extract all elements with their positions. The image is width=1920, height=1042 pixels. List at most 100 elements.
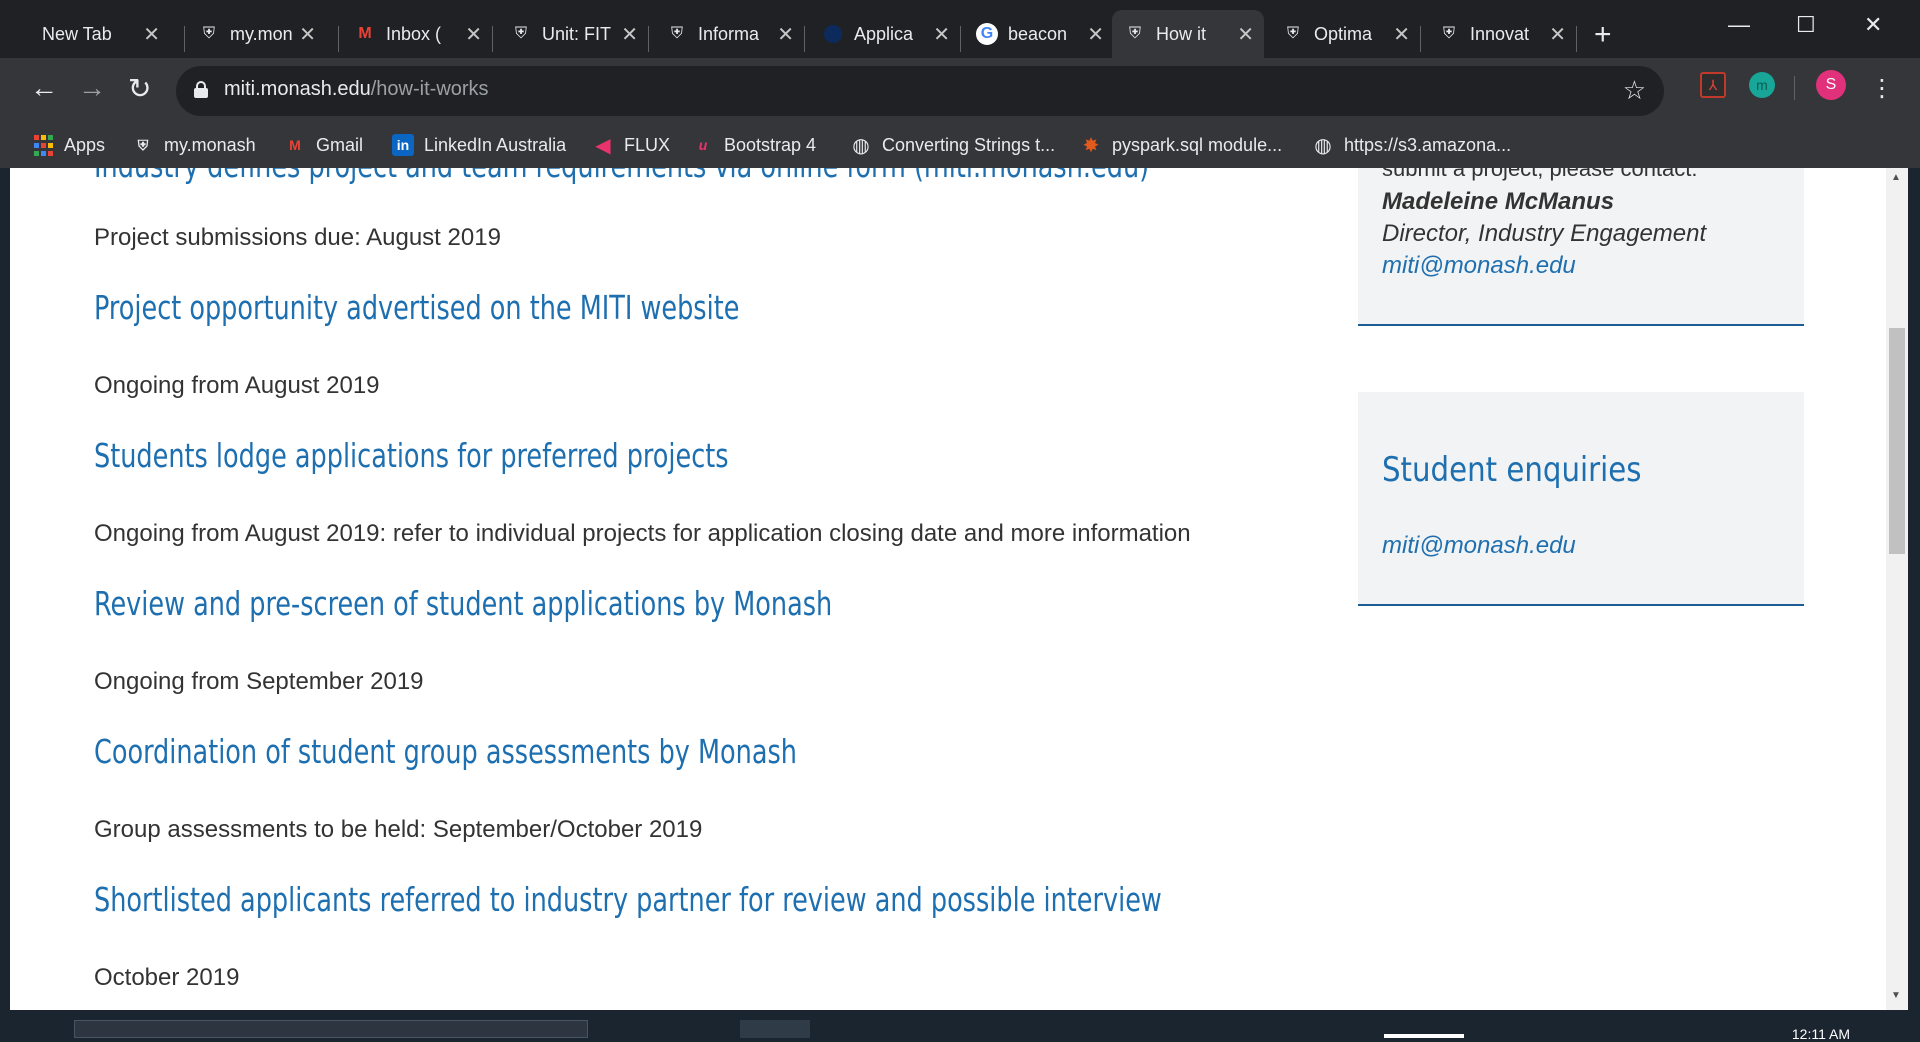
bookmark-label: pyspark.sql module... (1112, 134, 1283, 155)
monash-shield-icon: ⛨ (137, 136, 149, 153)
tab-new-tab[interactable]: New Tab ✕ (30, 10, 170, 58)
tab-close-icon[interactable]: ✕ (143, 22, 160, 47)
monash-shield-icon: ⛨ (202, 25, 215, 42)
student-email-link[interactable]: miti@monash.edu (1382, 532, 1576, 560)
monash-shield-icon: ⛨ (670, 25, 683, 42)
bookmark-linkedin[interactable]: in LinkedIn Australia (392, 134, 566, 156)
tab-close-icon[interactable]: ✕ (1393, 22, 1410, 47)
step-title: Project opportunity advertised on the MI… (94, 288, 740, 327)
tab-label: Informa (698, 23, 760, 44)
scroll-up-arrow-icon[interactable]: ▲ (1891, 172, 1901, 183)
flux-icon: ◀ (595, 134, 611, 157)
tab-close-icon[interactable]: ✕ (465, 22, 482, 47)
bookmark-label: Converting Strings t... (882, 134, 1056, 155)
tab-close-icon[interactable]: ✕ (1549, 22, 1566, 47)
monash-shield-icon: ⛨ (1442, 25, 1455, 42)
bookmark-gmail[interactable]: M Gmail (284, 134, 363, 156)
globe-icon: ◍ (1314, 134, 1332, 157)
step-desc: October 2019 (94, 964, 240, 991)
student-enquiries-heading: Student enquiries (1382, 450, 1642, 490)
tab-label: New Tab (42, 23, 112, 44)
tab-close-icon[interactable]: ✕ (1237, 22, 1254, 47)
back-arrow-icon[interactable]: ← (30, 72, 58, 104)
tab-unit[interactable]: ⛨ Unit: FIT ✕ (498, 10, 648, 58)
gmail-icon: M (358, 25, 372, 42)
tab-information[interactable]: ⛨ Informa ✕ (654, 10, 804, 58)
bookmark-star-icon[interactable]: ☆ (1623, 75, 1646, 106)
bookmarks-bar: Apps ⛨ my.monash M Gmail in LinkedIn Aus… (0, 126, 1920, 168)
bookmark-flux[interactable]: ◀ FLUX (592, 134, 671, 157)
taskbar-chrome-icon[interactable] (740, 1020, 810, 1038)
step-title: Review and pre-screen of student applica… (94, 584, 833, 623)
pdf-extension-icon[interactable]: ⅄ (1700, 72, 1726, 98)
bookmark-my-monash[interactable]: ⛨ my.monash (132, 134, 256, 156)
tab-label: How it (1156, 23, 1207, 44)
tab-how-it-works[interactable]: ⛨ How it ✕ (1112, 10, 1264, 58)
taskbar-indicator (1384, 1034, 1464, 1038)
globe-dark-icon (822, 23, 844, 45)
bookmark-apps[interactable]: Apps (32, 134, 105, 156)
card-intro: submit a project, please contact: (1382, 168, 1698, 181)
tab-inbox[interactable]: M Inbox ( ✕ (342, 10, 492, 58)
tab-close-icon[interactable]: ✕ (777, 22, 794, 47)
minimize-button[interactable]: — (1728, 12, 1750, 38)
step-title: Shortlisted applicants referred to indus… (94, 880, 1162, 919)
tab-innovation[interactable]: ⛨ Innovat ✕ (1426, 10, 1576, 58)
tab-close-icon[interactable]: ✕ (621, 22, 638, 47)
step-desc: Project submissions due: August 2019 (94, 224, 501, 251)
monash-shield-icon: ⛨ (1128, 25, 1141, 42)
bookmark-bootstrap[interactable]: u Bootstrap 4 (692, 134, 816, 156)
tab-label: Optima (1314, 23, 1373, 44)
tab-my-monash[interactable]: ⛨ my.mon ✕ (186, 10, 326, 58)
spark-icon: ✸ (1082, 134, 1100, 157)
monash-shield-icon: ⛨ (514, 25, 527, 42)
tab-label: my.mon (230, 23, 293, 44)
window-close-button[interactable]: ✕ (1864, 12, 1882, 38)
step-desc: Ongoing from August 2019: refer to indiv… (94, 520, 1191, 547)
taskbar-search-box[interactable] (74, 1020, 588, 1038)
maximize-button[interactable]: ☐ (1796, 12, 1816, 38)
scrollbar-thumb[interactable] (1889, 328, 1905, 554)
tab-close-icon[interactable]: ✕ (299, 22, 316, 47)
bookmark-label: Gmail (316, 134, 364, 155)
tab-label: Innovat (1470, 23, 1530, 44)
gmail-icon: M (289, 137, 301, 153)
scroll-down-arrow-icon[interactable]: ▼ (1891, 990, 1901, 1001)
tab-optima[interactable]: ⛨ Optima ✕ (1270, 10, 1420, 58)
url-text: miti.monash.edu/how-it-works (224, 78, 489, 100)
miti-extension-icon[interactable]: m (1749, 72, 1775, 98)
tab-label: beacon (1008, 23, 1068, 44)
os-taskbar: 12:11 AM (0, 1010, 1920, 1042)
tab-close-icon[interactable]: ✕ (933, 22, 950, 47)
student-enquiries-card: Student enquiries miti@monash.edu (1358, 392, 1804, 606)
forward-arrow-icon[interactable]: → (78, 72, 106, 104)
step-title: Industry defines project and team requir… (94, 168, 1149, 185)
bookmark-label: FLUX (624, 134, 671, 155)
step-title: Students lodge applications for preferre… (94, 436, 729, 475)
tab-close-icon[interactable]: ✕ (1087, 22, 1104, 47)
more-menu-icon[interactable]: ⋮ (1870, 74, 1894, 103)
bookmark-s3[interactable]: ◍ https://s3.amazona... (1312, 134, 1512, 157)
lock-icon (194, 81, 208, 98)
tab-beacon[interactable]: G beacon ✕ (964, 10, 1114, 58)
bookmark-label: https://s3.amazona... (1344, 134, 1512, 155)
monash-shield-icon: ⛨ (1286, 25, 1299, 42)
step-desc: Ongoing from August 2019 (94, 372, 380, 399)
contact-email-link[interactable]: miti@monash.edu (1382, 252, 1576, 280)
address-bar[interactable]: miti.monash.edu/how-it-works ☆ (176, 66, 1664, 116)
contact-name: Madeleine McManus (1382, 188, 1615, 215)
step-desc: Group assessments to be held: September/… (94, 816, 703, 843)
reload-icon[interactable]: ↻ (128, 72, 151, 105)
step-title: Coordination of student group assessment… (94, 732, 797, 771)
tab-applications[interactable]: Applica ✕ (810, 10, 960, 58)
google-icon: G (976, 23, 998, 45)
contact-role: Director, Industry Engagement (1382, 220, 1707, 247)
new-tab-button[interactable]: + (1594, 20, 1612, 50)
taskbar-clock: 12:11 AM (1791, 1026, 1850, 1042)
bookmark-label: Apps (64, 134, 106, 155)
bookmark-pyspark[interactable]: ✸ pyspark.sql module... (1080, 134, 1283, 157)
page-scrollbar[interactable]: ▲ ▼ (1886, 168, 1908, 1010)
bookmark-converting-strings[interactable]: ◍ Converting Strings t... (850, 134, 1056, 157)
browser-chrome: New Tab ✕ ⛨ my.mon ✕ M Inbox ( ✕ ⛨ Unit:… (0, 0, 1920, 168)
profile-avatar[interactable]: S (1816, 70, 1846, 100)
